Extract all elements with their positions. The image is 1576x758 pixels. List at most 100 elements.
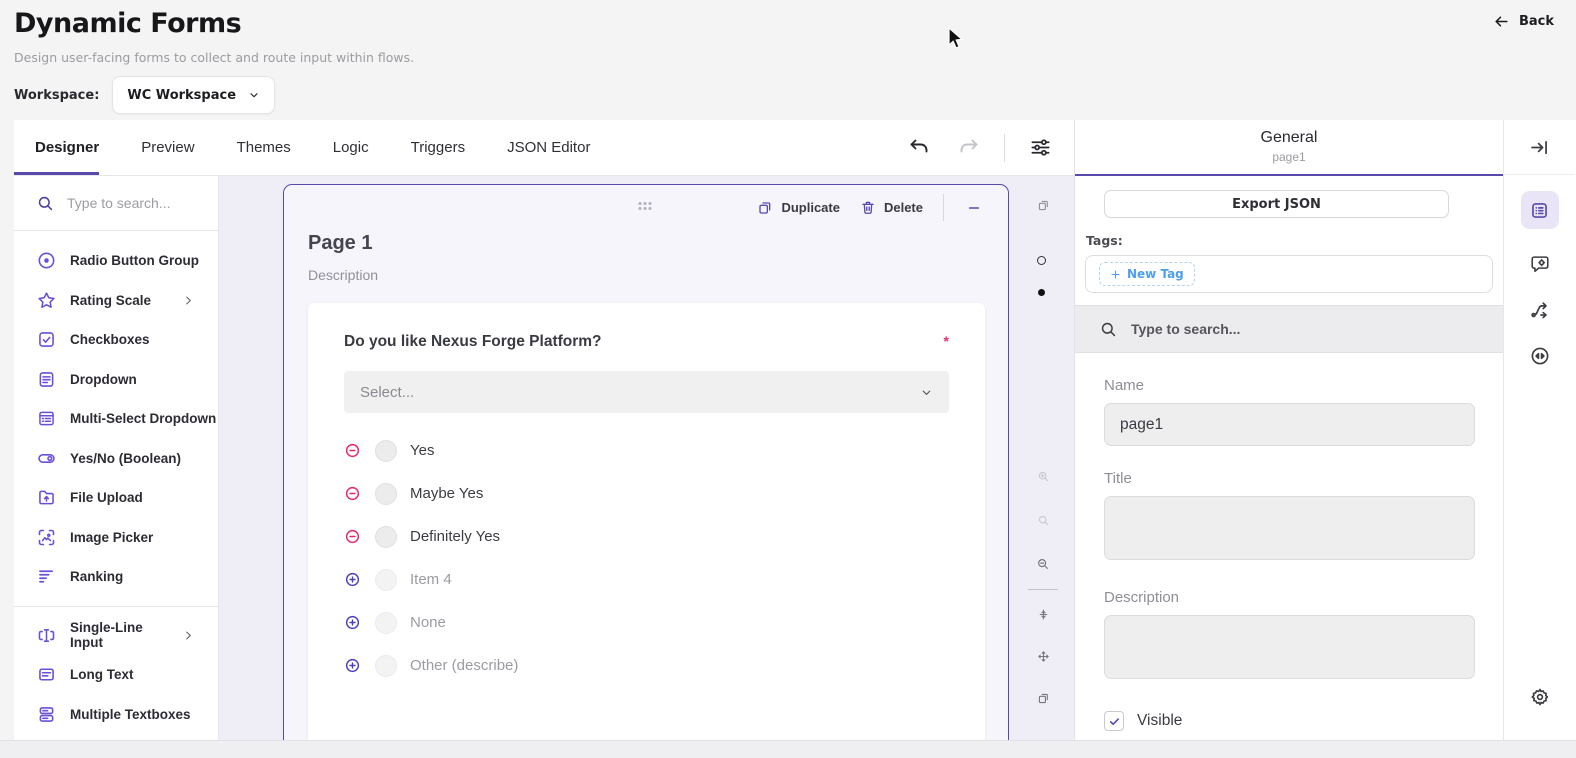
- search-icon: [36, 194, 55, 213]
- expand-icon[interactable]: [1037, 650, 1050, 663]
- settings-sliders-icon[interactable]: [1029, 136, 1052, 159]
- trash-icon: [860, 200, 876, 216]
- toolbox-item-checkboxes[interactable]: Checkboxes: [14, 320, 218, 360]
- description-field[interactable]: [1104, 615, 1475, 679]
- tabbar-divider: [1004, 134, 1005, 162]
- question-select[interactable]: Select...: [344, 371, 949, 413]
- fit-width-icon[interactable]: [1037, 608, 1050, 621]
- form-settings-icon[interactable]: [1521, 191, 1559, 229]
- zoom-in-icon[interactable]: [1037, 470, 1050, 483]
- zoom-reset-icon[interactable]: [1037, 514, 1050, 527]
- radio-circle[interactable]: [375, 655, 397, 677]
- name-field[interactable]: [1104, 403, 1475, 446]
- visible-checkbox[interactable]: [1104, 711, 1124, 731]
- radio-circle[interactable]: [375, 483, 397, 505]
- toolbox-item-multi-select-dropdown[interactable]: Multi-Select Dropdown: [14, 399, 218, 439]
- workspace-select[interactable]: WC Workspace: [112, 76, 275, 114]
- flow-icon[interactable]: [1528, 299, 1552, 321]
- radio-circle[interactable]: [375, 440, 397, 462]
- copy-icon: [757, 200, 773, 216]
- ranking-icon: [36, 566, 57, 587]
- toolbox-item-dropdown[interactable]: Dropdown: [14, 360, 218, 400]
- page-card-description[interactable]: Description: [308, 267, 1008, 283]
- tab-triggers[interactable]: Triggers: [411, 120, 465, 175]
- page-navigator-circle[interactable]: [1037, 256, 1046, 265]
- toolbox-item-ranking[interactable]: Ranking: [14, 557, 218, 597]
- multi-dropdown-icon: [36, 408, 57, 429]
- duplicate-button[interactable]: Duplicate: [757, 200, 840, 216]
- delete-button[interactable]: Delete: [860, 200, 923, 216]
- tags-box: New Tag: [1085, 255, 1493, 293]
- horizontal-scrollbar[interactable]: [0, 740, 1576, 758]
- page-card[interactable]: Duplicate Delete Page 1 Description: [283, 184, 1009, 740]
- new-tag-button[interactable]: New Tag: [1099, 262, 1195, 286]
- comment-settings-icon[interactable]: [1528, 253, 1552, 275]
- choice-row: Definitely Yes: [344, 525, 949, 548]
- page-subtitle: Design user-facing forms to collect and …: [14, 50, 414, 65]
- radio-circle[interactable]: [375, 569, 397, 591]
- actions-divider: [943, 194, 944, 221]
- redo-icon[interactable]: [956, 136, 980, 160]
- surface-icon[interactable]: [1037, 692, 1050, 705]
- property-search-input[interactable]: [1131, 321, 1331, 337]
- radio-circle[interactable]: [375, 526, 397, 548]
- property-search[interactable]: [1075, 305, 1503, 353]
- workspace-row: Workspace: WC Workspace: [14, 70, 275, 120]
- zoom-out-icon[interactable]: [1036, 557, 1050, 571]
- toolbox-item-single-line-input[interactable]: Single-Line Input: [14, 616, 218, 656]
- workspace-value: WC Workspace: [127, 88, 236, 103]
- toolbox-item-file-upload[interactable]: File Upload: [14, 478, 218, 518]
- chevron-right-icon[interactable]: [183, 295, 218, 306]
- toolbox-search[interactable]: [14, 176, 218, 231]
- radio-circle[interactable]: [375, 612, 397, 634]
- toolbox-item-rating-scale[interactable]: Rating Scale: [14, 281, 218, 321]
- tab-logic[interactable]: Logic: [333, 120, 369, 175]
- chevron-right-icon[interactable]: [183, 630, 218, 641]
- add-choice-icon[interactable]: [344, 614, 361, 631]
- remove-choice-icon[interactable]: [344, 528, 361, 545]
- page-card-title[interactable]: Page 1: [308, 232, 1008, 255]
- choice-row: Yes: [344, 439, 949, 462]
- chevron-down-icon: [920, 386, 933, 399]
- collapse-page-icon[interactable]: [964, 200, 984, 216]
- strip-divider: [1028, 589, 1058, 590]
- add-choice-icon[interactable]: [344, 571, 361, 588]
- multi-textbox-icon: [36, 704, 57, 725]
- tab-json-editor[interactable]: JSON Editor: [507, 120, 590, 175]
- toolbox-item-yes-no-boolean[interactable]: Yes/No (Boolean): [14, 439, 218, 479]
- description-field-label: Description: [1104, 589, 1475, 606]
- drag-handle-icon[interactable]: [639, 202, 654, 212]
- right-toolbar: [1503, 120, 1575, 740]
- star-icon: [36, 290, 57, 311]
- form-creator: Designer Preview Themes Logic Triggers J…: [14, 120, 1576, 740]
- toolbox-item-long-text[interactable]: Long Text: [14, 655, 218, 695]
- remove-choice-icon[interactable]: [344, 485, 361, 502]
- toolbox-sidebar: Radio Button Group Rating Scale Checkbox…: [14, 176, 219, 740]
- design-canvas: Duplicate Delete Page 1 Description: [219, 176, 1074, 740]
- gear-icon[interactable]: [1529, 686, 1551, 708]
- toolbox-search-input[interactable]: [67, 195, 197, 211]
- chevron-down-icon: [248, 89, 260, 101]
- swap-icon[interactable]: [1528, 345, 1552, 367]
- choice-row: Other (describe): [344, 654, 949, 677]
- tab-preview[interactable]: Preview: [141, 120, 194, 175]
- add-choice-icon[interactable]: [344, 657, 361, 674]
- toolbox-item-image-picker[interactable]: Image Picker: [14, 518, 218, 558]
- property-panel-title: General: [1075, 129, 1503, 147]
- toolbox-item-multiple-textboxes[interactable]: Multiple Textboxes: [14, 695, 218, 735]
- tab-themes[interactable]: Themes: [237, 120, 291, 175]
- question-card[interactable]: Do you like Nexus Forge Platform? * Sele…: [308, 303, 985, 740]
- page-navigator-dot[interactable]: [1038, 289, 1045, 296]
- export-json-button[interactable]: Export JSON: [1104, 190, 1449, 218]
- toggle-icon: [36, 448, 57, 469]
- tab-designer[interactable]: Designer: [35, 120, 99, 175]
- copy-icon[interactable]: [1037, 199, 1050, 212]
- undo-icon[interactable]: [908, 136, 932, 160]
- toolbox-item-radio-button-group[interactable]: Radio Button Group: [14, 241, 218, 281]
- remove-choice-icon[interactable]: [344, 442, 361, 459]
- collapse-panel-icon[interactable]: [1504, 120, 1575, 175]
- dropdown-icon: [36, 369, 57, 390]
- back-button[interactable]: Back: [1493, 13, 1554, 30]
- title-field[interactable]: [1104, 496, 1475, 560]
- question-title[interactable]: Do you like Nexus Forge Platform?: [344, 333, 602, 351]
